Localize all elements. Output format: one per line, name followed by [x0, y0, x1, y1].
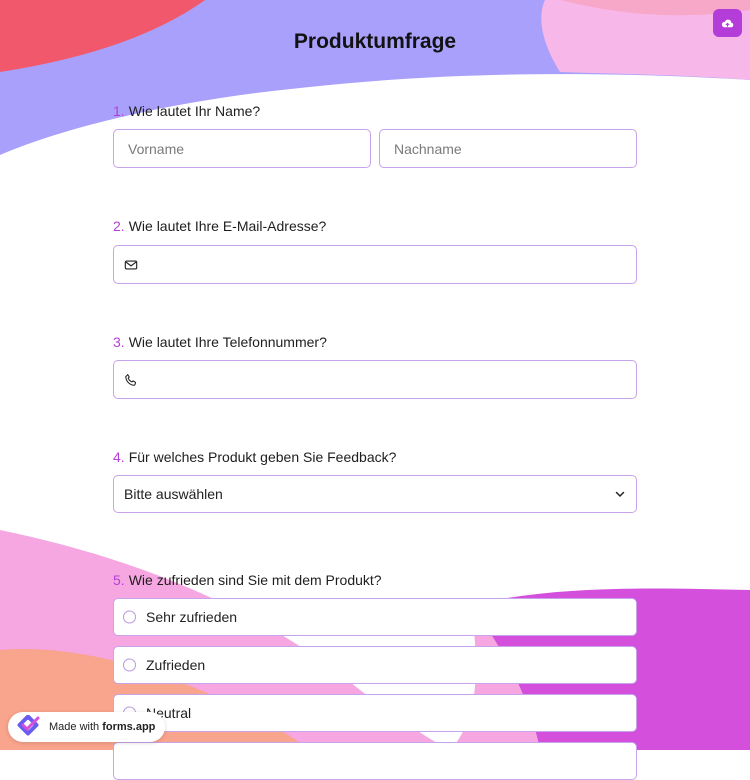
satisfaction-option-satisfied[interactable]: Zufrieden: [113, 646, 637, 684]
question-3-label: 3. Wie lautet Ihre Telefonnummer?: [113, 334, 327, 350]
product-select[interactable]: Bitte auswählen: [113, 475, 637, 513]
email-input[interactable]: [114, 246, 636, 283]
phone-input[interactable]: [114, 361, 636, 398]
question-number: 1.: [113, 103, 125, 119]
first-name-field[interactable]: [113, 129, 371, 168]
question-1-label: 1. Wie lautet Ihr Name?: [113, 103, 260, 119]
last-name-input[interactable]: [380, 130, 636, 167]
email-field[interactable]: [113, 245, 637, 284]
product-select-value: Bitte auswählen: [124, 486, 223, 502]
question-2-label: 2. Wie lautet Ihre E-Mail-Adresse?: [113, 218, 326, 234]
satisfaction-option-very-satisfied[interactable]: Sehr zufrieden: [113, 598, 637, 636]
chevron-down-icon: [614, 488, 626, 500]
phone-icon: [124, 373, 138, 387]
page-title: Produktumfrage: [293, 30, 457, 53]
cloud-upload-icon: [721, 19, 734, 27]
question-number: 3.: [113, 334, 125, 350]
first-name-input[interactable]: [114, 130, 370, 167]
question-number: 5.: [113, 572, 125, 588]
radio-button[interactable]: [123, 610, 136, 624]
question-text: Für welches Produkt geben Sie Feedback?: [128, 449, 397, 465]
forms-app-logo-icon: [14, 715, 44, 739]
satisfaction-option-neutral[interactable]: Neutral: [113, 694, 637, 732]
question-number: 2.: [113, 218, 125, 234]
question-number: 4.: [113, 449, 125, 465]
question-text: Wie lautet Ihre Telefonnummer?: [128, 334, 327, 350]
option-label: Sehr zufrieden: [146, 609, 238, 625]
question-text: Wie zufrieden sind Sie mit dem Produkt?: [128, 572, 382, 588]
badge-brand: forms.app: [102, 721, 156, 733]
badge-prefix: Made with: [49, 721, 100, 733]
question-text: Wie lautet Ihre E-Mail-Adresse?: [128, 218, 327, 234]
question-5-label: 5. Wie zufrieden sind Sie mit dem Produkt…: [113, 572, 382, 588]
satisfaction-option-next[interactable]: [113, 742, 637, 780]
badge-text: Made with forms.app: [49, 721, 155, 733]
option-label: Zufrieden: [146, 657, 206, 673]
last-name-field[interactable]: [379, 129, 637, 168]
question-4-label: 4. Für welches Produkt geben Sie Feedback…: [113, 449, 396, 465]
question-text: Wie lautet Ihr Name?: [128, 103, 261, 119]
phone-field[interactable]: [113, 360, 637, 399]
made-with-badge[interactable]: Made with forms.app: [8, 712, 165, 742]
radio-button[interactable]: [123, 658, 136, 672]
mail-icon: [124, 258, 138, 272]
